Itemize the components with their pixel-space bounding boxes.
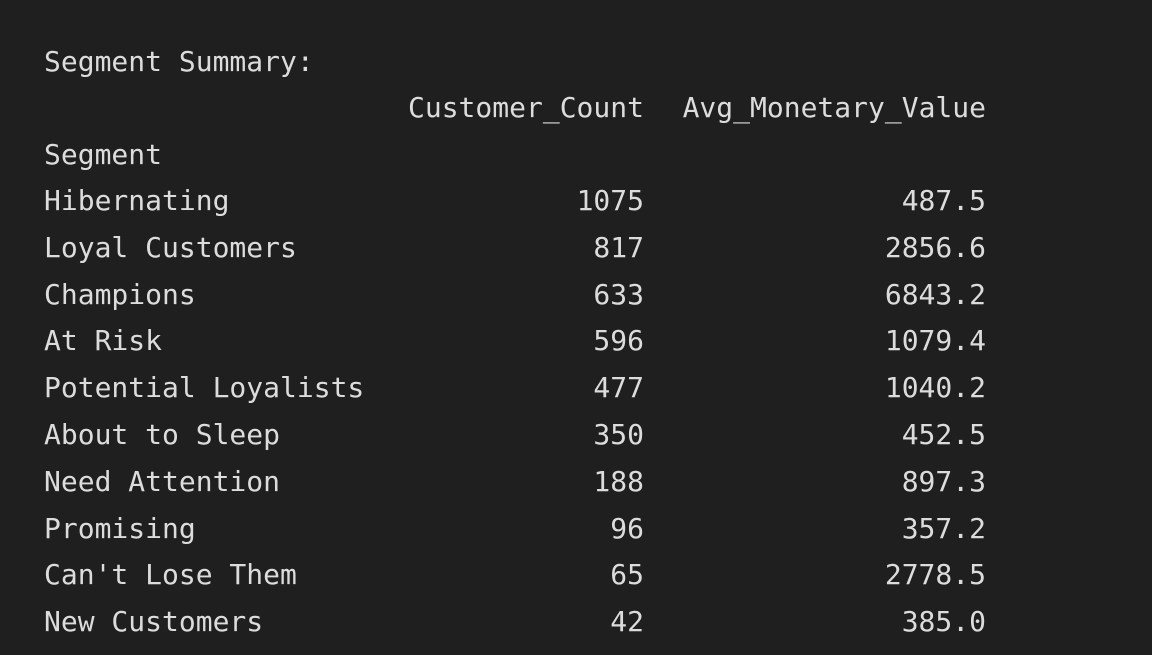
avg-monetary-value: 6843.2 — [884, 277, 986, 311]
avg-monetary-value: 452.5 — [901, 417, 986, 451]
column-header-avg-monetary-value: Avg_Monetary_Value — [682, 91, 986, 124]
segment-name: Hibernating — [44, 184, 230, 217]
customer-count-value: 65 — [610, 558, 644, 592]
customer-count-value: 188 — [593, 464, 644, 498]
table-row: Need Attention 188 897.3 — [0, 464, 1152, 511]
segment-name: New Customers — [44, 605, 264, 639]
table-row: Champions 633 6843.2 — [0, 277, 1152, 324]
customer-count-value: 96 — [610, 511, 644, 545]
segment-table: Hibernating 1075 487.5 Loyal Customers 8… — [0, 183, 1152, 651]
customer-count-value: 596 — [593, 324, 644, 358]
segment-name: Need Attention — [44, 464, 281, 498]
segment-name: About to Sleep — [44, 417, 281, 451]
customer-count-value: 42 — [610, 605, 644, 639]
index-name-label: Segment — [44, 138, 163, 171]
avg-monetary-value: 2778.5 — [884, 558, 986, 592]
segment-name: Can't Lose Them — [44, 558, 297, 592]
customer-count-value: 350 — [593, 417, 644, 451]
avg-monetary-value: 357.2 — [901, 511, 986, 545]
avg-monetary-value: 1079.4 — [884, 324, 986, 358]
segment-name: At Risk — [44, 324, 163, 358]
avg-monetary-value: 487.5 — [901, 184, 986, 217]
table-row: Potential Loyalists 477 1040.2 — [0, 370, 1152, 417]
segment-name: Promising — [44, 511, 196, 545]
table-row: New Customers 42 385.0 — [0, 604, 1152, 651]
table-row: Loyal Customers 817 2856.6 — [0, 230, 1152, 277]
segment-name: Potential Loyalists — [44, 371, 365, 405]
table-row: At Risk 596 1079.4 — [0, 323, 1152, 370]
avg-monetary-value: 2856.6 — [884, 230, 986, 264]
avg-monetary-value: 1040.2 — [884, 371, 986, 405]
segment-name: Loyal Customers — [44, 230, 297, 264]
customer-count-value: 817 — [593, 230, 644, 264]
avg-monetary-value: 897.3 — [901, 464, 986, 498]
customer-count-value: 477 — [593, 371, 644, 405]
table-row: Promising 96 357.2 — [0, 511, 1152, 558]
customer-count-value: 633 — [593, 277, 644, 311]
customer-count-value: 1075 — [576, 184, 644, 217]
avg-monetary-value: 385.0 — [901, 605, 986, 639]
table-row: Hibernating 1075 487.5 — [0, 183, 1152, 230]
table-row: About to Sleep 350 452.5 — [0, 417, 1152, 464]
column-header-customer-count: Customer_Count — [407, 91, 644, 124]
output-title: Segment Summary: — [44, 45, 314, 78]
segment-name: Champions — [44, 277, 196, 311]
table-row: Can't Lose Them 65 2778.5 — [0, 557, 1152, 604]
